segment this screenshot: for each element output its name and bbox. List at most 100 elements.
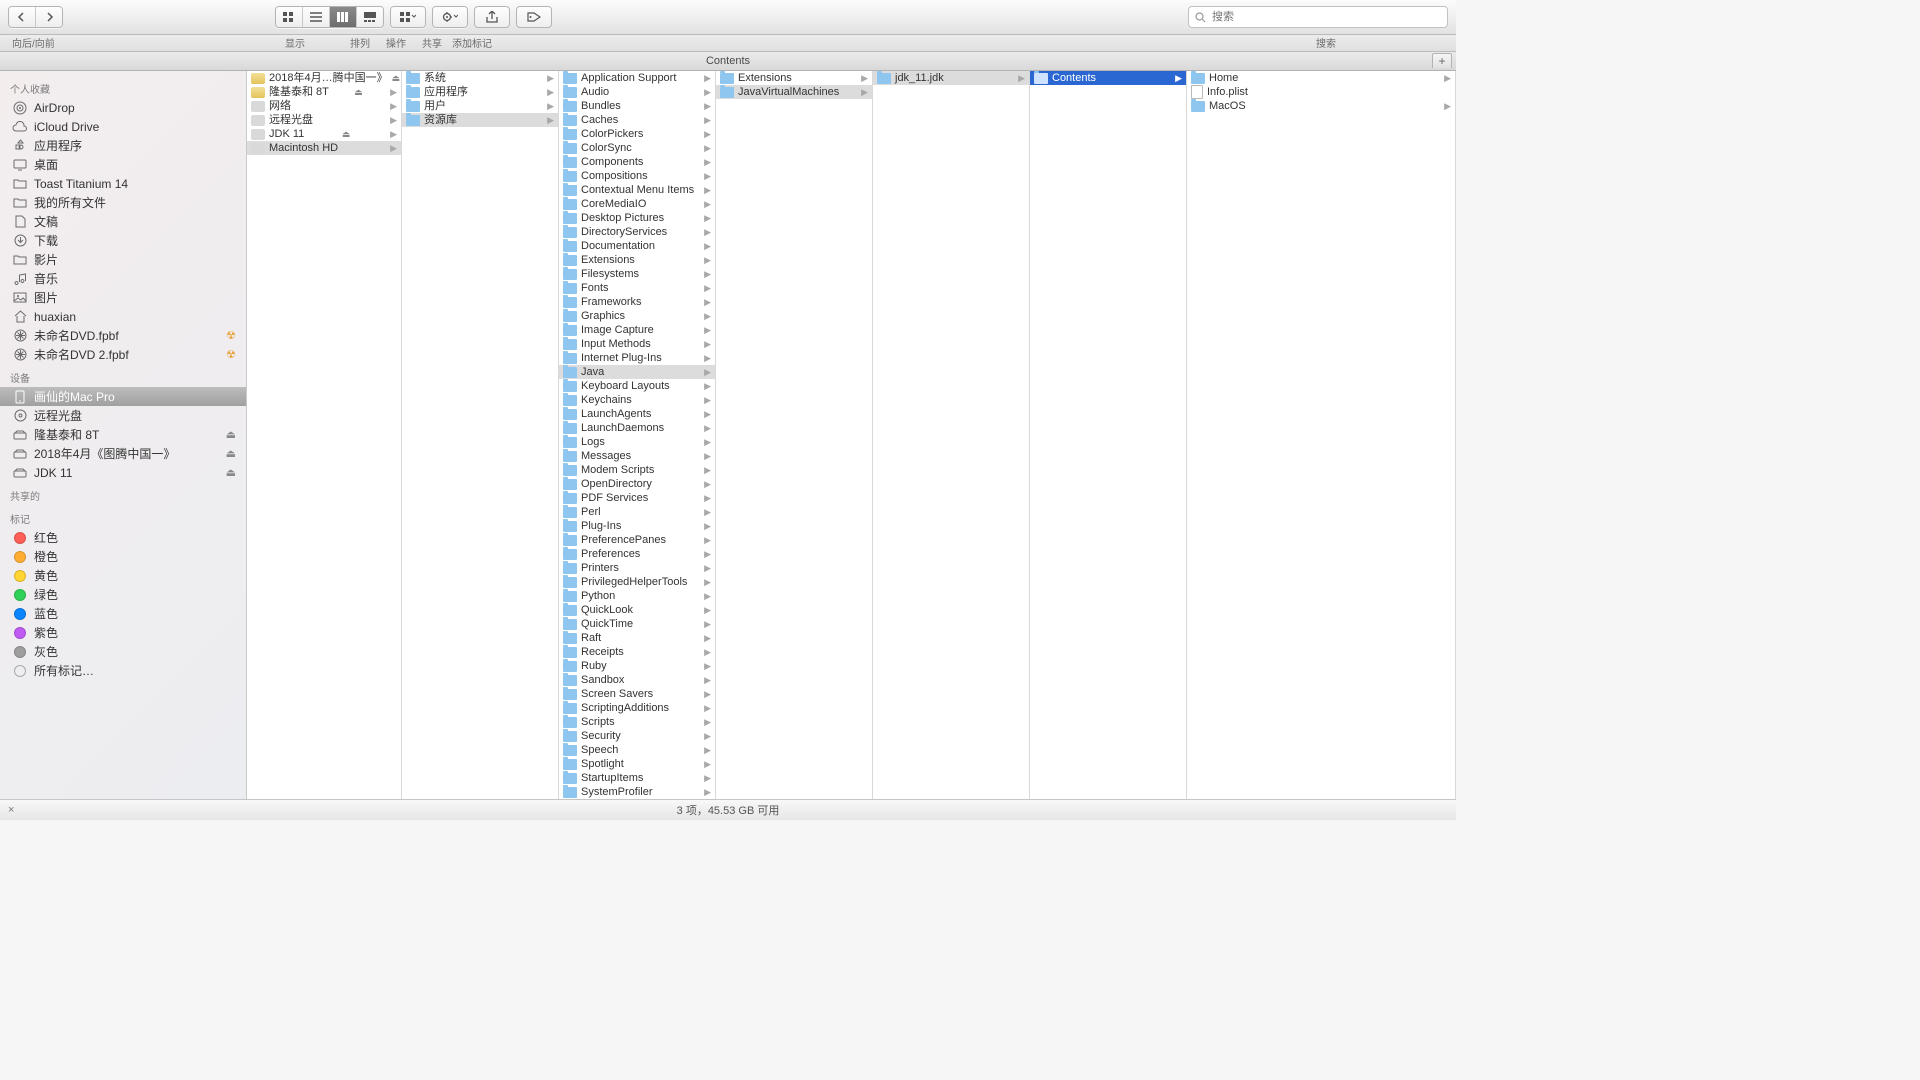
file-row[interactable]: Keychains▶	[559, 393, 715, 407]
view-list-button[interactable]	[303, 7, 330, 27]
file-row[interactable]: Contents▶	[1030, 71, 1186, 85]
file-row[interactable]: Info.plist	[1187, 85, 1455, 99]
file-row[interactable]: Compositions▶	[559, 169, 715, 183]
file-row[interactable]: Home▶	[1187, 71, 1455, 85]
eject-icon[interactable]: ⏏	[392, 71, 401, 85]
file-row[interactable]: 网络▶	[247, 99, 401, 113]
eject-icon[interactable]: ⏏	[226, 428, 236, 441]
eject-icon[interactable]: ⏏	[354, 85, 363, 99]
file-row[interactable]: ColorSync▶	[559, 141, 715, 155]
new-tab-button[interactable]: +	[1432, 53, 1452, 68]
file-row[interactable]: 系统▶	[402, 71, 558, 85]
search-field[interactable]	[1188, 6, 1448, 28]
file-row[interactable]: 远程光盘▶	[247, 113, 401, 127]
file-row[interactable]: Components▶	[559, 155, 715, 169]
file-row[interactable]: Macintosh HD▶	[247, 141, 401, 155]
file-row[interactable]: Messages▶	[559, 449, 715, 463]
file-row[interactable]: Scripts▶	[559, 715, 715, 729]
file-row[interactable]: Documentation▶	[559, 239, 715, 253]
eject-icon[interactable]: ⏏	[226, 447, 236, 460]
file-row[interactable]: Image Capture▶	[559, 323, 715, 337]
file-row[interactable]: 用户▶	[402, 99, 558, 113]
column-5[interactable]: jdk_11.jdk▶	[873, 71, 1030, 799]
sidebar-item[interactable]: 未命名DVD.fpbf☢	[0, 326, 246, 345]
file-row[interactable]: Extensions▶	[716, 71, 872, 85]
file-row[interactable]: JDK 11⏏▶	[247, 127, 401, 141]
file-row[interactable]: Caches▶	[559, 113, 715, 127]
file-row[interactable]: LaunchDaemons▶	[559, 421, 715, 435]
file-row[interactable]: ScriptingAdditions▶	[559, 701, 715, 715]
close-icon[interactable]: ×	[8, 804, 14, 816]
file-row[interactable]: Logs▶	[559, 435, 715, 449]
file-row[interactable]: Audio▶	[559, 85, 715, 99]
sidebar-item[interactable]: 应用程序	[0, 136, 246, 155]
file-row[interactable]: Bundles▶	[559, 99, 715, 113]
file-row[interactable]: LaunchAgents▶	[559, 407, 715, 421]
file-row[interactable]: Contextual Menu Items▶	[559, 183, 715, 197]
column-2[interactable]: 系统▶应用程序▶用户▶资源库▶	[402, 71, 559, 799]
sidebar-item[interactable]: 桌面	[0, 155, 246, 174]
sidebar-item[interactable]: 2018年4月《图腾中国一》⏏	[0, 444, 246, 463]
sidebar-item[interactable]: JDK 11⏏	[0, 463, 246, 482]
file-row[interactable]: 隆基泰和 8T⏏▶	[247, 85, 401, 99]
action-button[interactable]	[433, 7, 467, 27]
sidebar-tag-item[interactable]: 所有标记…	[0, 661, 246, 680]
sidebar-item[interactable]: huaxian	[0, 307, 246, 326]
column-4[interactable]: Extensions▶JavaVirtualMachines▶	[716, 71, 873, 799]
file-row[interactable]: PrivilegedHelperTools▶	[559, 575, 715, 589]
file-row[interactable]: Speech▶	[559, 743, 715, 757]
file-row[interactable]: PDF Services▶	[559, 491, 715, 505]
sidebar-item[interactable]: 画仙的Mac Pro	[0, 387, 246, 406]
sidebar-item[interactable]: Toast Titanium 14	[0, 174, 246, 193]
file-row[interactable]: Modem Scripts▶	[559, 463, 715, 477]
sidebar-item[interactable]: 文稿	[0, 212, 246, 231]
sidebar-item[interactable]: 音乐	[0, 269, 246, 288]
column-7[interactable]: Home▶Info.plistMacOS▶	[1187, 71, 1456, 799]
file-row[interactable]: DirectoryServices▶	[559, 225, 715, 239]
column-6[interactable]: Contents▶	[1030, 71, 1187, 799]
sidebar-item[interactable]: 远程光盘	[0, 406, 246, 425]
file-row[interactable]: JavaVirtualMachines▶	[716, 85, 872, 99]
arrange-button[interactable]	[391, 7, 425, 27]
file-row[interactable]: Fonts▶	[559, 281, 715, 295]
view-gallery-button[interactable]	[357, 7, 383, 27]
back-button[interactable]	[9, 7, 36, 27]
file-row[interactable]: 应用程序▶	[402, 85, 558, 99]
file-row[interactable]: PreferencePanes▶	[559, 533, 715, 547]
file-row[interactable]: QuickLook▶	[559, 603, 715, 617]
sidebar-tag-item[interactable]: 紫色	[0, 623, 246, 642]
file-row[interactable]: Raft▶	[559, 631, 715, 645]
tab-title[interactable]: Contents	[706, 55, 750, 67]
file-row[interactable]: Perl▶	[559, 505, 715, 519]
view-icons-button[interactable]	[276, 7, 303, 27]
file-row[interactable]: Application Support▶	[559, 71, 715, 85]
file-row[interactable]: Filesystems▶	[559, 267, 715, 281]
sidebar-tag-item[interactable]: 蓝色	[0, 604, 246, 623]
file-row[interactable]: 资源库▶	[402, 113, 558, 127]
sidebar-tag-item[interactable]: 灰色	[0, 642, 246, 661]
file-row[interactable]: Spotlight▶	[559, 757, 715, 771]
file-row[interactable]: QuickTime▶	[559, 617, 715, 631]
eject-icon[interactable]: ⏏	[226, 466, 236, 479]
sidebar-item[interactable]: 隆基泰和 8T⏏	[0, 425, 246, 444]
file-row[interactable]: Java▶	[559, 365, 715, 379]
file-row[interactable]: Extensions▶	[559, 253, 715, 267]
file-row[interactable]: Keyboard Layouts▶	[559, 379, 715, 393]
file-row[interactable]: Ruby▶	[559, 659, 715, 673]
file-row[interactable]: Frameworks▶	[559, 295, 715, 309]
file-row[interactable]: Preferences▶	[559, 547, 715, 561]
sidebar-item[interactable]: AirDrop	[0, 98, 246, 117]
forward-button[interactable]	[36, 7, 62, 27]
file-row[interactable]: OpenDirectory▶	[559, 477, 715, 491]
file-row[interactable]: SystemProfiler▶	[559, 785, 715, 799]
file-row[interactable]: Graphics▶	[559, 309, 715, 323]
file-row[interactable]: Python▶	[559, 589, 715, 603]
file-row[interactable]: Screen Savers▶	[559, 687, 715, 701]
file-row[interactable]: ColorPickers▶	[559, 127, 715, 141]
file-row[interactable]: Printers▶	[559, 561, 715, 575]
file-row[interactable]: Receipts▶	[559, 645, 715, 659]
file-row[interactable]: StartupItems▶	[559, 771, 715, 785]
sidebar-tag-item[interactable]: 橙色	[0, 547, 246, 566]
sidebar-item[interactable]: 影片	[0, 250, 246, 269]
column-1[interactable]: 2018年4月…腾中国一》⏏▶隆基泰和 8T⏏▶网络▶远程光盘▶JDK 11⏏▶…	[247, 71, 402, 799]
